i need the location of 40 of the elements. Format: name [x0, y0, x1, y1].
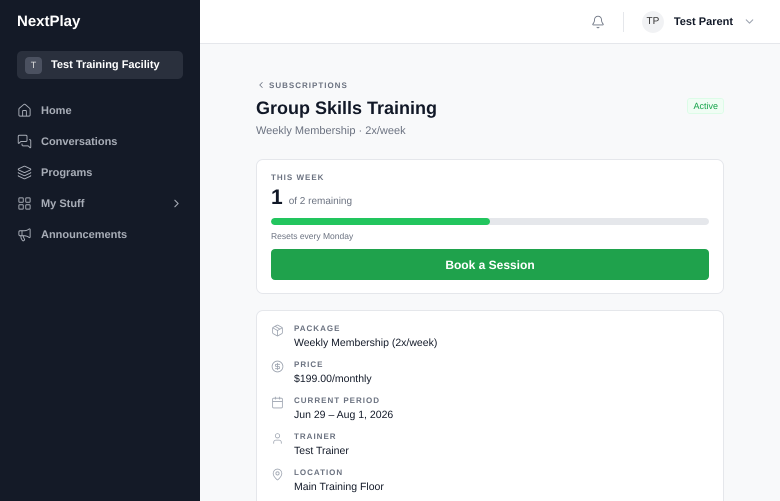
map-pin-icon: [271, 468, 284, 481]
dollar-icon: [271, 360, 284, 373]
detail-value: Jun 29 – Aug 1, 2026: [294, 409, 394, 421]
chat-icon: [17, 134, 32, 149]
page-subtitle: Weekly Membership · 2x/week: [256, 125, 407, 137]
facility-selector[interactable]: T Test Training Facility: [17, 51, 183, 79]
nav-item[interactable]: Programs: [17, 157, 183, 188]
remaining-text: of 2 remaining: [288, 196, 352, 207]
status-badge: Active: [687, 98, 724, 114]
detail-label: CURRENT PERIOD: [294, 396, 382, 405]
detail-label: PRICE: [294, 360, 324, 369]
detail-label: TRAINER: [294, 432, 338, 441]
detail-label: PACKAGE: [294, 324, 342, 333]
person-icon: [271, 432, 284, 445]
detail-value: Test Trainer: [294, 445, 349, 457]
page-title: Group Skills Training: [256, 98, 438, 119]
back-link[interactable]: SUBSCRIPTIONS: [256, 80, 724, 90]
detail-label: LOCATION: [294, 468, 344, 477]
app-logo: NextPlay: [17, 13, 82, 30]
home-icon: [17, 103, 32, 118]
layers-icon: [17, 165, 32, 180]
grid-icon: [17, 196, 32, 211]
notification-bell-icon[interactable]: [590, 14, 605, 28]
detail-value: $199.00/monthly: [294, 373, 372, 385]
detail-value: Weekly Membership (2x/week): [294, 337, 438, 349]
nav-item[interactable]: Home: [17, 95, 183, 126]
facility-name: Test Training Facility: [51, 59, 160, 71]
reset-note: Resets every Monday: [271, 231, 354, 241]
nav-item[interactable]: Announcements: [17, 219, 183, 250]
box-icon: [271, 324, 284, 337]
calendar-icon: [271, 396, 284, 409]
user-avatar: TP: [642, 10, 664, 32]
megaphone-icon: [17, 227, 32, 242]
sessions-count: 1: [271, 186, 283, 210]
nav-item[interactable]: Conversations: [17, 126, 183, 157]
user-name[interactable]: Test Parent: [674, 16, 733, 28]
nav-item[interactable]: My Stuff: [17, 188, 183, 219]
detail-value: Main Training Floor: [294, 481, 384, 493]
section-label: THIS WEEK: [271, 173, 326, 182]
facility-avatar: T: [25, 56, 42, 74]
